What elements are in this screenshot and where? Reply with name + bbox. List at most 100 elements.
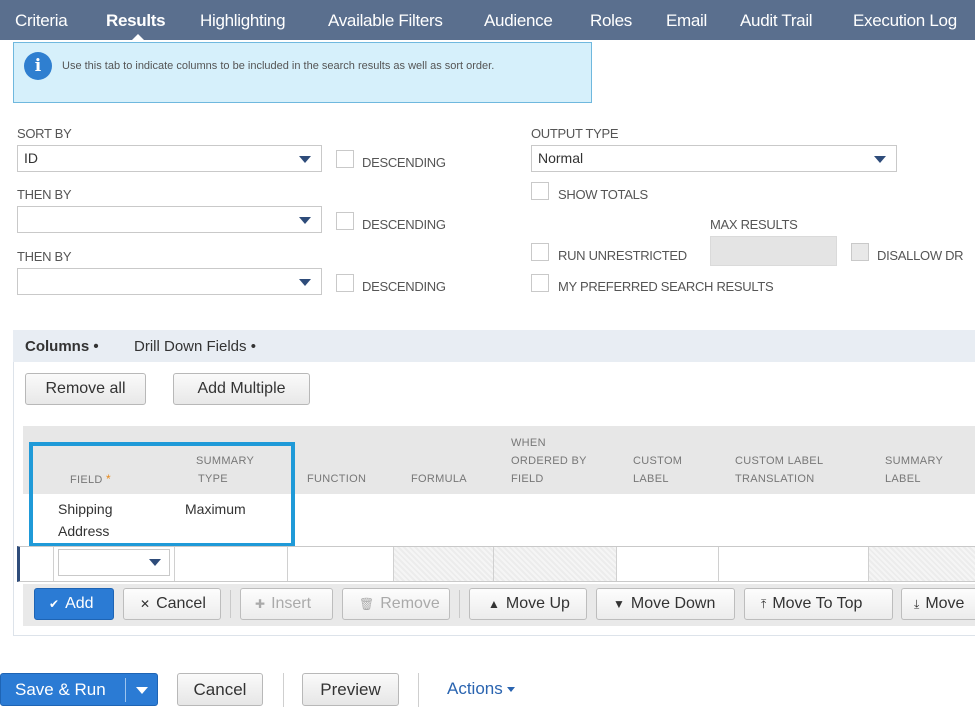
chevron-down-icon — [299, 217, 311, 224]
edit-cell-summary-label — [869, 547, 975, 581]
descending-checkbox-3[interactable] — [336, 274, 354, 292]
col-custom-translation: CUSTOM LABEL TRANSLATION — [735, 452, 823, 488]
edit-cell-summary[interactable] — [175, 547, 288, 581]
col-summary-label-line1: SUMMARY — [885, 455, 944, 467]
subtab-drill-down-label: Drill Down Fields — [134, 338, 247, 355]
output-type-label: OUTPUT TYPE — [531, 126, 619, 141]
col-custom-translation-line1: CUSTOM LABEL — [735, 455, 824, 467]
arrow-down-icon: ▼ — [613, 597, 625, 611]
info-banner: i Use this tab to indicate columns to be… — [13, 42, 592, 103]
edit-cell-handle — [20, 547, 54, 581]
insert-row-button[interactable]: ✚ Insert — [240, 588, 333, 620]
move-up-button[interactable]: ▲ Move Up — [469, 588, 587, 620]
divider — [418, 673, 419, 707]
col-when-ordered-line2: ORDERED BY — [511, 455, 587, 467]
max-results-field[interactable] — [710, 236, 837, 266]
save-and-run-label: Save & Run — [15, 680, 106, 699]
edit-cell-custom-translation[interactable] — [719, 547, 869, 581]
then-by-select-2[interactable] — [17, 268, 322, 295]
output-type-select[interactable]: Normal — [531, 145, 897, 172]
save-and-run-button[interactable]: Save & Run — [0, 673, 158, 706]
descending-label-3: DESCENDING — [362, 279, 446, 294]
tab-results[interactable]: Results — [106, 11, 166, 31]
edit-cell-when-ordered — [494, 547, 617, 581]
insert-row-label: Insert — [271, 595, 312, 612]
col-when-ordered-line3: FIELD — [511, 473, 544, 485]
chevron-down-icon — [299, 156, 311, 163]
edit-cell-custom-label[interactable] — [617, 547, 719, 581]
show-totals-checkbox[interactable] — [531, 182, 549, 200]
sort-by-value: ID — [24, 150, 38, 166]
col-when-ordered-line1: WHEN — [511, 437, 546, 449]
sort-by-select[interactable]: ID — [17, 145, 322, 172]
then-by-select-1[interactable] — [17, 206, 322, 233]
chevron-down-icon — [506, 687, 515, 693]
then-by-label-1: THEN BY — [17, 187, 72, 202]
chevron-down-icon — [874, 156, 886, 163]
col-custom-label-line2: LABEL — [633, 473, 669, 485]
then-by-label-2: THEN BY — [17, 249, 72, 264]
add-multiple-button[interactable]: Add Multiple — [173, 373, 310, 405]
tab-roles[interactable]: Roles — [590, 11, 632, 31]
cancel-row-button[interactable]: ✕ Cancel — [123, 588, 221, 620]
descending-label-1: DESCENDING — [362, 155, 446, 170]
actions-menu[interactable]: Actions — [447, 679, 515, 699]
cancel-row-label: Cancel — [156, 595, 206, 612]
show-totals-label: SHOW TOTALS — [558, 187, 648, 202]
disallow-drilldown-label: DISALLOW DR — [877, 248, 964, 263]
subtab-bar: Columns • Drill Down Fields • — [13, 330, 975, 362]
tab-audience[interactable]: Audience — [484, 11, 553, 31]
cancel-button[interactable]: Cancel — [177, 673, 263, 706]
preferred-results-checkbox[interactable] — [531, 274, 549, 292]
subtab-drill-down-fields[interactable]: Drill Down Fields • — [134, 338, 256, 355]
close-icon: ✕ — [140, 597, 151, 611]
disallow-drilldown-checkbox[interactable] — [851, 243, 869, 261]
move-to-bottom-button[interactable]: ⤓ Move — [901, 588, 975, 620]
trash-icon: 🗑 — [359, 597, 375, 611]
tab-email[interactable]: Email — [666, 11, 707, 31]
col-formula: FORMULA — [411, 473, 467, 485]
preview-button[interactable]: Preview — [302, 673, 399, 706]
tab-criteria[interactable]: Criteria — [15, 11, 68, 31]
subtab-columns[interactable]: Columns • — [25, 338, 99, 355]
remove-row-button[interactable]: 🗑 Remove — [342, 588, 450, 620]
tab-audit-trail[interactable]: Audit Trail — [740, 11, 813, 31]
move-down-label: Move Down — [630, 595, 716, 612]
check-icon: ✔ — [49, 597, 60, 611]
remove-all-button[interactable]: Remove all — [25, 373, 146, 405]
col-custom-translation-line2: TRANSLATION — [735, 473, 815, 485]
move-down-button[interactable]: ▼ Move Down — [596, 588, 735, 620]
run-unrestricted-checkbox[interactable] — [531, 243, 549, 261]
add-row-button[interactable]: ✔ Add — [34, 588, 114, 620]
remove-row-label: Remove — [380, 595, 440, 612]
edit-cell-function[interactable] — [288, 547, 394, 581]
move-to-top-button[interactable]: ⤒ Move To Top — [744, 588, 893, 620]
tab-highlighting[interactable]: Highlighting — [200, 11, 286, 31]
tab-execution-log[interactable]: Execution Log — [853, 11, 957, 31]
field-select[interactable] — [58, 549, 170, 576]
col-custom-label: CUSTOM LABEL — [633, 452, 682, 488]
chevron-down-icon — [299, 279, 311, 286]
descending-label-2: DESCENDING — [362, 217, 446, 232]
col-summary-label: SUMMARY LABEL — [885, 452, 943, 488]
divider — [125, 678, 126, 702]
tab-available-filters[interactable]: Available Filters — [328, 11, 443, 31]
descending-checkbox-2[interactable] — [336, 212, 354, 230]
arrow-bottom-icon: ⤓ — [914, 597, 920, 611]
edit-cell-formula — [394, 547, 494, 581]
subtab-columns-label: Columns — [25, 338, 90, 355]
arrow-top-icon: ⤒ — [761, 597, 767, 611]
divider — [230, 590, 231, 618]
arrow-up-icon: ▲ — [488, 597, 500, 611]
plus-icon: ✚ — [255, 597, 266, 611]
chevron-down-icon[interactable] — [136, 687, 148, 694]
info-icon: i — [24, 52, 52, 80]
active-tab-indicator — [131, 34, 145, 41]
sort-by-label: SORT BY — [17, 126, 72, 141]
chevron-down-icon — [149, 559, 161, 566]
move-up-label: Move Up — [505, 595, 570, 612]
add-row-label: Add — [65, 595, 94, 612]
descending-checkbox-1[interactable] — [336, 150, 354, 168]
divider — [283, 673, 284, 707]
max-results-label: MAX RESULTS — [710, 217, 798, 232]
